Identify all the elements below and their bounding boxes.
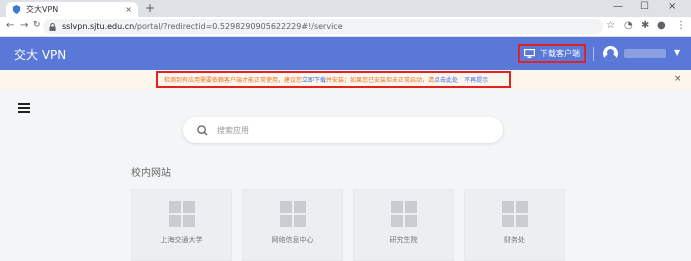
app-card-label: 研究生院 (389, 236, 418, 244)
lock-icon (49, 22, 56, 31)
download-now-link[interactable]: 立即下载 (302, 75, 326, 84)
app-card-label: 网络信息中心 (271, 236, 314, 244)
forward-icon[interactable]: → (20, 20, 28, 31)
app-card-label: 上海交通大学 (160, 236, 203, 244)
app-grid-icon (501, 201, 528, 227)
address-bar[interactable]: sslvpn.sjtu.edu.cn/portal/?redirectid=0.… (43, 19, 603, 34)
star-icon[interactable]: ☆ (606, 20, 615, 31)
app-card[interactable]: 财务处 (464, 189, 565, 261)
hamburger-menu-icon[interactable] (18, 103, 30, 113)
notice-text-2: 并安装；如果您已安装但未正常启动，请 (326, 77, 435, 84)
search-input[interactable] (217, 125, 457, 135)
dont-show-again-link[interactable]: 不再提示 (464, 75, 488, 84)
chevron-down-icon[interactable]: ▼ (674, 48, 680, 57)
extension-icon[interactable]: ◔ (624, 20, 633, 31)
url-host: sslvpn.sjtu.edu.cn (62, 22, 135, 31)
window-close-icon[interactable]: × (668, 1, 676, 12)
avatar[interactable] (603, 46, 618, 61)
puzzle-icon[interactable]: ✱ (641, 20, 649, 31)
app-card-list: 上海交通大学 网络信息中心 研究生院 财务处 (131, 189, 565, 261)
brand-title: 交大 VPN (14, 48, 67, 62)
app-grid-icon (390, 201, 417, 227)
app-card-label: 财务处 (504, 236, 525, 244)
client-notice-bar: 检测到有应用需要依赖客户端才能正常使用，建议您 立即下载 并安装；如果您已安装但… (0, 70, 691, 89)
app-card[interactable]: 上海交通大学 (131, 189, 232, 261)
browser-tab[interactable]: 交大VPN × (6, 2, 138, 17)
browser-tab-strip: 交大VPN × + — ☐ × (0, 0, 691, 17)
new-tab-icon[interactable]: + (145, 2, 155, 15)
app-grid-icon (279, 201, 306, 227)
main-content: 校内网站 上海交通大学 网络信息中心 研究生院 财务处 (0, 89, 691, 261)
maximize-icon[interactable]: ☐ (640, 1, 649, 12)
reload-icon[interactable]: ↻ (33, 20, 41, 30)
app-grid-icon (168, 201, 195, 227)
download-client-button[interactable]: 下载客户端 (518, 44, 586, 63)
notice-text-1: 检测到有应用需要依赖客户端才能正常使用，建议您 (164, 77, 303, 84)
notice-close-icon[interactable]: × (674, 74, 682, 84)
username-redacted[interactable] (624, 49, 666, 58)
search-box (183, 117, 503, 143)
tab-close-icon[interactable]: × (125, 5, 132, 14)
app-card[interactable]: 网络信息中心 (242, 189, 343, 261)
header-divider (593, 47, 594, 61)
profile-icon[interactable]: ● (657, 20, 666, 31)
back-icon[interactable]: ← (6, 20, 14, 31)
menu-icon[interactable]: ⋮ (676, 20, 686, 31)
url-path: /portal/?redirectid=0.5298290905622229#!… (134, 22, 343, 31)
click-here-link[interactable]: 点击此处 (434, 75, 458, 84)
tab-title: 交大VPN (26, 5, 59, 14)
notice-message: 检测到有应用需要依赖客户端才能正常使用，建议您 立即下载 并安装；如果您已安装但… (156, 71, 511, 88)
shield-favicon-icon (12, 5, 21, 14)
monitor-icon (524, 49, 535, 58)
app-card[interactable]: 研究生院 (353, 189, 454, 261)
minimize-icon[interactable]: — (613, 1, 623, 12)
search-icon (197, 124, 208, 136)
section-title: 校内网站 (131, 168, 171, 179)
app-header: 交大 VPN 下载客户端 ▼ (0, 37, 691, 70)
download-client-label: 下载客户端 (540, 49, 580, 58)
browser-toolbar: ← → ↻ sslvpn.sjtu.edu.cn/portal/?redirec… (0, 17, 691, 37)
